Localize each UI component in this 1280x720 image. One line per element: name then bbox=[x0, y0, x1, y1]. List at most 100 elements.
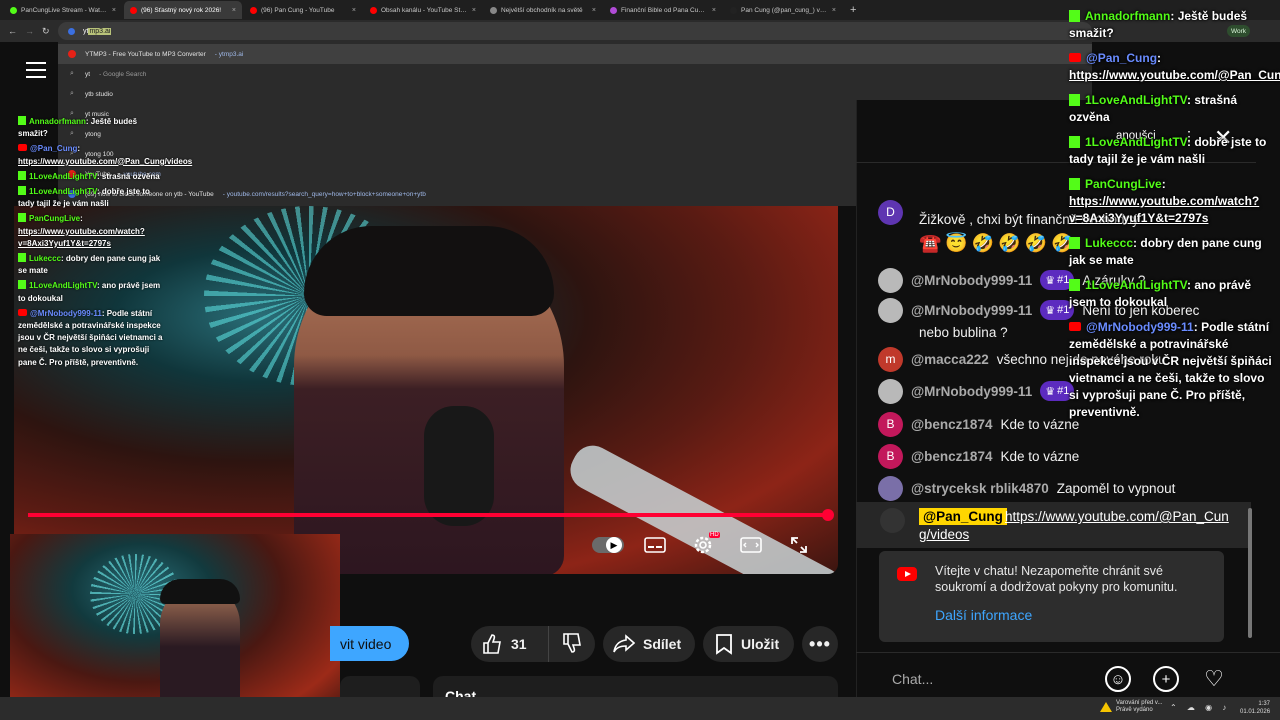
notification-warning[interactable]: Varování před v... Právě vydáno bbox=[1100, 700, 1162, 714]
chat-author[interactable]: @macca222 bbox=[911, 352, 989, 367]
tab-close-icon[interactable]: × bbox=[472, 7, 476, 14]
omnibox-suggestion[interactable]: YTMP3 - Free YouTube to MP3 Converter - … bbox=[58, 44, 1092, 64]
chat-message: B @bencz1874 Kde to vázne bbox=[878, 442, 1079, 470]
overlay-chat-message: 1LoveAndLightTV: strašná ozvěna bbox=[1069, 92, 1274, 126]
tab-close-icon[interactable]: × bbox=[232, 7, 236, 14]
learn-more-link[interactable]: Další informace bbox=[935, 607, 1208, 623]
settings-icon[interactable]: HD bbox=[690, 532, 720, 558]
browser-tab[interactable]: (96) Šťastný nový rok 2026! × bbox=[124, 1, 242, 19]
subtitles-icon[interactable] bbox=[642, 532, 668, 558]
progress-bar[interactable] bbox=[28, 513, 828, 517]
like-dislike-group: 31 bbox=[471, 626, 595, 662]
browser-tab[interactable]: (96) Pan Čung - YouTube × bbox=[244, 1, 362, 19]
chat-input[interactable]: Chat... bbox=[880, 664, 1090, 694]
chat-author[interactable]: @bencz1874 bbox=[911, 449, 992, 464]
chat-author[interactable]: @bencz1874 bbox=[911, 417, 992, 432]
overlay-chat-text: https://www.youtube.com/@Pan_Cung/videos bbox=[1069, 68, 1280, 82]
date: 01.01.2026 bbox=[1240, 709, 1271, 715]
browser-tab[interactable]: Největší obchodník na světě × bbox=[484, 1, 602, 19]
tab-close-icon[interactable]: × bbox=[112, 7, 116, 14]
progress-scrubber[interactable] bbox=[822, 509, 834, 521]
overlay-chat-message: Annadorfmann: Ještě budeš smažit? bbox=[1069, 8, 1274, 42]
tab-close-icon[interactable]: × bbox=[712, 7, 716, 14]
chat-author[interactable]: @stryceksk rblik4870 bbox=[911, 481, 1049, 496]
save-button[interactable]: Uložit bbox=[703, 626, 794, 662]
tab-title: PanCungLive Stream - Watch Li... bbox=[21, 6, 108, 14]
theater-mode-icon[interactable] bbox=[738, 532, 764, 558]
overlay-chat-message: Lukeccc: dobry den pane cung jak se mate bbox=[1069, 235, 1274, 269]
overlay-chat-text: https://www.youtube.com/@Pan_Cung/videos bbox=[18, 156, 193, 166]
welcome-text: Vítejte v chatu! Nezapomeňte chránit své… bbox=[935, 564, 1178, 594]
subscribe-button[interactable]: vit video bbox=[330, 626, 409, 661]
tab-close-icon[interactable]: × bbox=[592, 7, 596, 14]
forward-icon[interactable]: → bbox=[25, 26, 34, 36]
overlay-chat-sep: : bbox=[1193, 320, 1202, 334]
browser-tab[interactable]: Obsah kanálu - YouTube Studio × bbox=[364, 1, 482, 19]
play-icon: ▶ bbox=[606, 537, 622, 553]
suggestion-text: YTMP3 - Free YouTube to MP3 Converter bbox=[85, 50, 206, 58]
kick-icon bbox=[18, 116, 26, 125]
omnibox-completion: mp3.ai bbox=[88, 27, 112, 35]
streamer-hair bbox=[304, 226, 554, 316]
tab-close-icon[interactable]: × bbox=[352, 7, 356, 14]
overlay-chat-message: @Pan_Cung: https://www.youtube.com/@Pan_… bbox=[18, 143, 192, 167]
more-actions-button[interactable]: ••• bbox=[802, 626, 838, 662]
browser-tab[interactable]: Finanční Bible od Pana Čunga × bbox=[604, 1, 722, 19]
like-button[interactable]: 31 bbox=[471, 626, 549, 662]
reload-icon[interactable]: ↻ bbox=[42, 26, 50, 37]
overlay-chat-name: 1LoveAndLightTV bbox=[29, 171, 97, 181]
tab-close-icon[interactable]: × bbox=[832, 7, 836, 14]
owner-name-badge[interactable]: @Pan_Cung bbox=[919, 508, 1007, 525]
overlay-chat-text: strašná ozvěna bbox=[101, 171, 160, 181]
kick-icon bbox=[1069, 94, 1080, 106]
heart-icon[interactable]: ♡ bbox=[1201, 666, 1227, 692]
chat-text: Kde to vázne bbox=[1000, 416, 1080, 432]
fullscreen-icon[interactable] bbox=[786, 532, 812, 558]
warning-sub: Právě vydáno bbox=[1116, 707, 1153, 713]
autoplay-toggle[interactable]: ▶ bbox=[592, 537, 624, 553]
browser-tab[interactable]: Pan Čung (@pan_cung_) využ... × bbox=[724, 1, 842, 19]
chat-author[interactable]: @MrNobody999-11 bbox=[911, 273, 1032, 288]
pinned-link-cont[interactable]: g/videos bbox=[919, 527, 969, 542]
menu-icon[interactable] bbox=[26, 62, 46, 78]
hd-badge: HD bbox=[709, 532, 720, 538]
chat-author[interactable]: @MrNobody999-11 bbox=[911, 384, 1032, 399]
omnibox[interactable]: yt mp3.ai bbox=[58, 22, 1092, 40]
overlay-chat-name: 1LoveAndLightTV bbox=[1085, 135, 1187, 149]
share-label: Sdílet bbox=[643, 636, 682, 652]
overlay-chat-message: Annadorfmann: Ještě budeš smažit? bbox=[18, 116, 168, 140]
kick-icon bbox=[1069, 136, 1080, 148]
chat-scrollbar[interactable] bbox=[1248, 508, 1252, 638]
share-icon bbox=[613, 634, 635, 653]
warning-icon bbox=[1100, 702, 1112, 712]
clock[interactable]: 1:37 01.01.2026 bbox=[1240, 700, 1270, 716]
dislike-button[interactable] bbox=[549, 632, 583, 657]
chat-author[interactable]: @MrNobody999-11 bbox=[911, 303, 1032, 318]
pinned-link[interactable]: https://www.youtube.com/@Pan_Cun bbox=[1005, 508, 1230, 526]
tray-icons[interactable]: ⌃ ☁ ◉ ♪ bbox=[1170, 703, 1230, 712]
omnibox-suggestion[interactable]: ⌕ yt - Google Search bbox=[58, 64, 1092, 84]
member-badge-text: #1 bbox=[1057, 385, 1070, 397]
bookmark-icon bbox=[716, 634, 732, 655]
share-button[interactable]: Sdílet bbox=[603, 626, 695, 662]
overlay-chat-message: 1LoveAndLightTV: ano právě jsem to dokou… bbox=[18, 280, 168, 304]
emoji-icon[interactable]: ☺ bbox=[1105, 666, 1131, 692]
kick-icon bbox=[18, 213, 26, 223]
overlay-chat-name: 1LoveAndLightTV bbox=[29, 187, 97, 197]
back-icon[interactable]: ← bbox=[8, 26, 17, 36]
like-count: 31 bbox=[511, 636, 527, 652]
suggestion-text: ytb studio bbox=[85, 90, 113, 98]
chat-message: @MrNobody999-11 ♛ #1 bbox=[878, 377, 1075, 405]
chat-text: nebo bublina ? bbox=[919, 324, 1008, 340]
tab-title: Největší obchodník na světě bbox=[501, 6, 583, 14]
overlay-chat-name: @MrNobody999-11 bbox=[1086, 320, 1194, 334]
overlay-chat-text: Podle státní zemědělské a potravinářské … bbox=[1069, 320, 1272, 419]
new-tab-button[interactable]: + bbox=[844, 4, 862, 16]
member-badge-text: #1 bbox=[1057, 274, 1070, 286]
chat-message: D bbox=[878, 198, 903, 226]
member-badge-text: #1 bbox=[1057, 304, 1070, 316]
overlay-chat-message: Lukeccc: dobry den pane cung jak se mate bbox=[18, 253, 168, 277]
add-icon[interactable]: + bbox=[1153, 666, 1179, 692]
tab-favicon-icon bbox=[10, 6, 17, 14]
browser-tab[interactable]: PanCungLive Stream - Watch Li... × bbox=[4, 1, 122, 19]
